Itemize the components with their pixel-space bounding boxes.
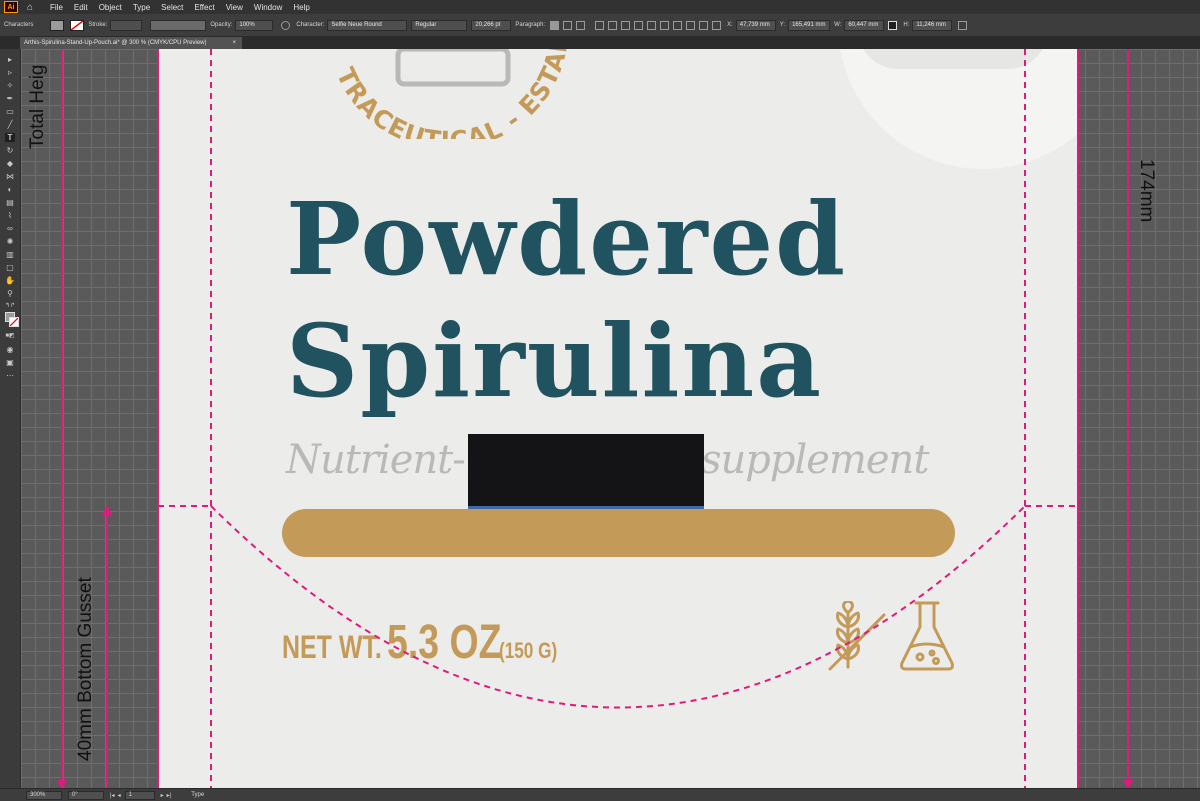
- character-label[interactable]: Character:: [296, 22, 324, 28]
- paragraph-label[interactable]: Paragraph:: [515, 22, 545, 28]
- distribute-top-icon[interactable]: [673, 20, 683, 30]
- magic-wand-tool-icon[interactable]: ✧: [5, 81, 15, 90]
- status-bar: 300% 0° |◂ ◂ 1 ▸ ▸| Type: [0, 788, 1200, 801]
- screen-mode-icon[interactable]: ▣: [5, 358, 15, 367]
- zoom-tool-icon[interactable]: ⚲: [5, 289, 15, 298]
- menu-help[interactable]: Help: [293, 3, 309, 12]
- font-family-select[interactable]: Selfie Neue Round: [327, 19, 408, 31]
- close-icon[interactable]: ×: [232, 40, 236, 46]
- canvas[interactable]: TRACEUTICAL - ESTABLISHED Powdered Spiru…: [21, 49, 1200, 788]
- drawing-mode-icon[interactable]: ◉: [5, 345, 15, 354]
- link-icon[interactable]: [888, 20, 898, 30]
- y-input[interactable]: 165,491 mm: [788, 19, 831, 31]
- color-mode-icon[interactable]: ■◩: [5, 332, 15, 341]
- x-input[interactable]: 47,739 mm: [735, 19, 776, 31]
- align-left-icon[interactable]: [550, 20, 560, 30]
- h-label: H:: [903, 22, 910, 28]
- rectangle-tool-icon[interactable]: ▭: [5, 107, 15, 116]
- total-height-label: Total Heig: [27, 64, 48, 150]
- rotate-tool-icon[interactable]: ↻: [5, 146, 15, 155]
- align-objects-icon[interactable]: [621, 20, 631, 30]
- stroke-swatch[interactable]: [70, 19, 85, 31]
- menu-type[interactable]: Type: [133, 3, 150, 12]
- bottom-gusset-label: 40mm Bottom Gusset: [75, 577, 96, 761]
- shape-icon[interactable]: [608, 20, 618, 30]
- menu-file[interactable]: File: [50, 3, 63, 12]
- font-style-select[interactable]: Regular: [411, 19, 468, 31]
- shape-builder-tool-icon[interactable]: ◐: [5, 185, 15, 194]
- align-right-icon[interactable]: [576, 20, 586, 30]
- h-input[interactable]: 11,246 mm: [912, 19, 953, 31]
- first-artboard-icon[interactable]: |◂: [110, 792, 115, 799]
- selection-tool-icon[interactable]: ▸: [5, 55, 15, 64]
- prev-artboard-icon[interactable]: ◂: [118, 792, 121, 799]
- tools-panel: ▸ ▹ ✧ ✒ ▭ ╱ T ↻ ◆ ⋈ ◐ ▤ ⌇ ∞ ✺ ▥ ▢ ✋ ⚲ ↰↱…: [0, 49, 21, 788]
- align-bottom-icon[interactable]: [660, 20, 670, 30]
- menu-select[interactable]: Select: [161, 3, 183, 12]
- control-bar: Characters Stroke: Opacity: 100% Charact…: [0, 14, 1200, 37]
- stroke-color-icon[interactable]: [9, 317, 19, 327]
- artboard-tool-icon[interactable]: ▢: [5, 263, 15, 272]
- zoom-select[interactable]: 300%: [26, 790, 62, 800]
- panel-label: Characters: [4, 22, 34, 28]
- align-middle-icon[interactable]: [647, 20, 657, 30]
- menu-object[interactable]: Object: [99, 3, 122, 12]
- align-top-icon[interactable]: [634, 20, 644, 30]
- y-label: Y:: [779, 22, 786, 28]
- menu-window[interactable]: Window: [254, 3, 282, 12]
- menu-view[interactable]: View: [226, 3, 243, 12]
- fill-swatch[interactable]: [50, 19, 65, 31]
- distribute-middle-icon[interactable]: [686, 20, 696, 30]
- reference-point-icon[interactable]: [712, 20, 722, 30]
- recolor-icon[interactable]: [281, 20, 291, 30]
- next-artboard-icon[interactable]: ▸: [161, 792, 164, 799]
- w-input[interactable]: 60,447 mm: [844, 19, 885, 31]
- eyedropper-tool-icon[interactable]: ⌇: [5, 211, 15, 220]
- document-tab[interactable]: Arthis-Spirulina-Stand-Up-Pouch.ai* @ 30…: [20, 37, 242, 49]
- opacity-input[interactable]: 100%: [235, 19, 274, 31]
- variable-width-select[interactable]: [150, 19, 207, 31]
- width-tool-icon[interactable]: ⋈: [5, 172, 15, 181]
- x-label: X:: [727, 22, 733, 28]
- panel-menu-icon[interactable]: [958, 20, 968, 30]
- direct-selection-tool-icon[interactable]: ▹: [5, 68, 15, 77]
- align-center-icon[interactable]: [563, 20, 573, 30]
- current-tool-label: Type: [191, 792, 205, 798]
- blend-tool-icon[interactable]: ∞: [5, 224, 15, 233]
- hand-tool-icon[interactable]: ✋: [5, 276, 15, 285]
- app-logo: Ai: [4, 1, 18, 13]
- transform-grid-icon[interactable]: [595, 20, 605, 30]
- last-artboard-icon[interactable]: ▸|: [167, 792, 172, 799]
- paintbrush-tool-icon[interactable]: ╱: [5, 120, 15, 129]
- w-label: W:: [834, 22, 842, 28]
- menu-edit[interactable]: Edit: [74, 3, 88, 12]
- type-tool-icon[interactable]: T: [5, 133, 15, 142]
- menu-effect[interactable]: Effect: [194, 3, 214, 12]
- swap-colors-icon[interactable]: ↰↱: [5, 302, 15, 311]
- stroke-label: Stroke:: [88, 22, 108, 28]
- font-size-input[interactable]: 20,266 pt: [471, 19, 512, 31]
- document-tab-title: Arthis-Spirulina-Stand-Up-Pouch.ai* @ 30…: [24, 40, 207, 46]
- opacity-label: Opacity:: [210, 22, 233, 28]
- pen-tool-icon[interactable]: ✒: [5, 94, 15, 103]
- rotation-select[interactable]: 0°: [68, 790, 104, 800]
- eraser-tool-icon[interactable]: ◆: [5, 159, 15, 168]
- distribute-bottom-icon[interactable]: [699, 20, 709, 30]
- menu-bar: Ai ⌂ File Edit Object Type Select Effect…: [0, 0, 1200, 14]
- graph-tool-icon[interactable]: ▥: [5, 250, 15, 259]
- home-icon[interactable]: ⌂: [24, 2, 36, 13]
- more-tools-icon[interactable]: ⋯: [5, 371, 15, 380]
- artboard-number-input[interactable]: 1: [124, 790, 155, 800]
- gradient-tool-icon[interactable]: ▤: [5, 198, 15, 207]
- symbol-sprayer-tool-icon[interactable]: ✺: [5, 237, 15, 246]
- stroke-weight-input[interactable]: [110, 19, 143, 31]
- height-value-label: 174mm: [1136, 159, 1157, 223]
- guides-overlay: [57, 49, 1133, 788]
